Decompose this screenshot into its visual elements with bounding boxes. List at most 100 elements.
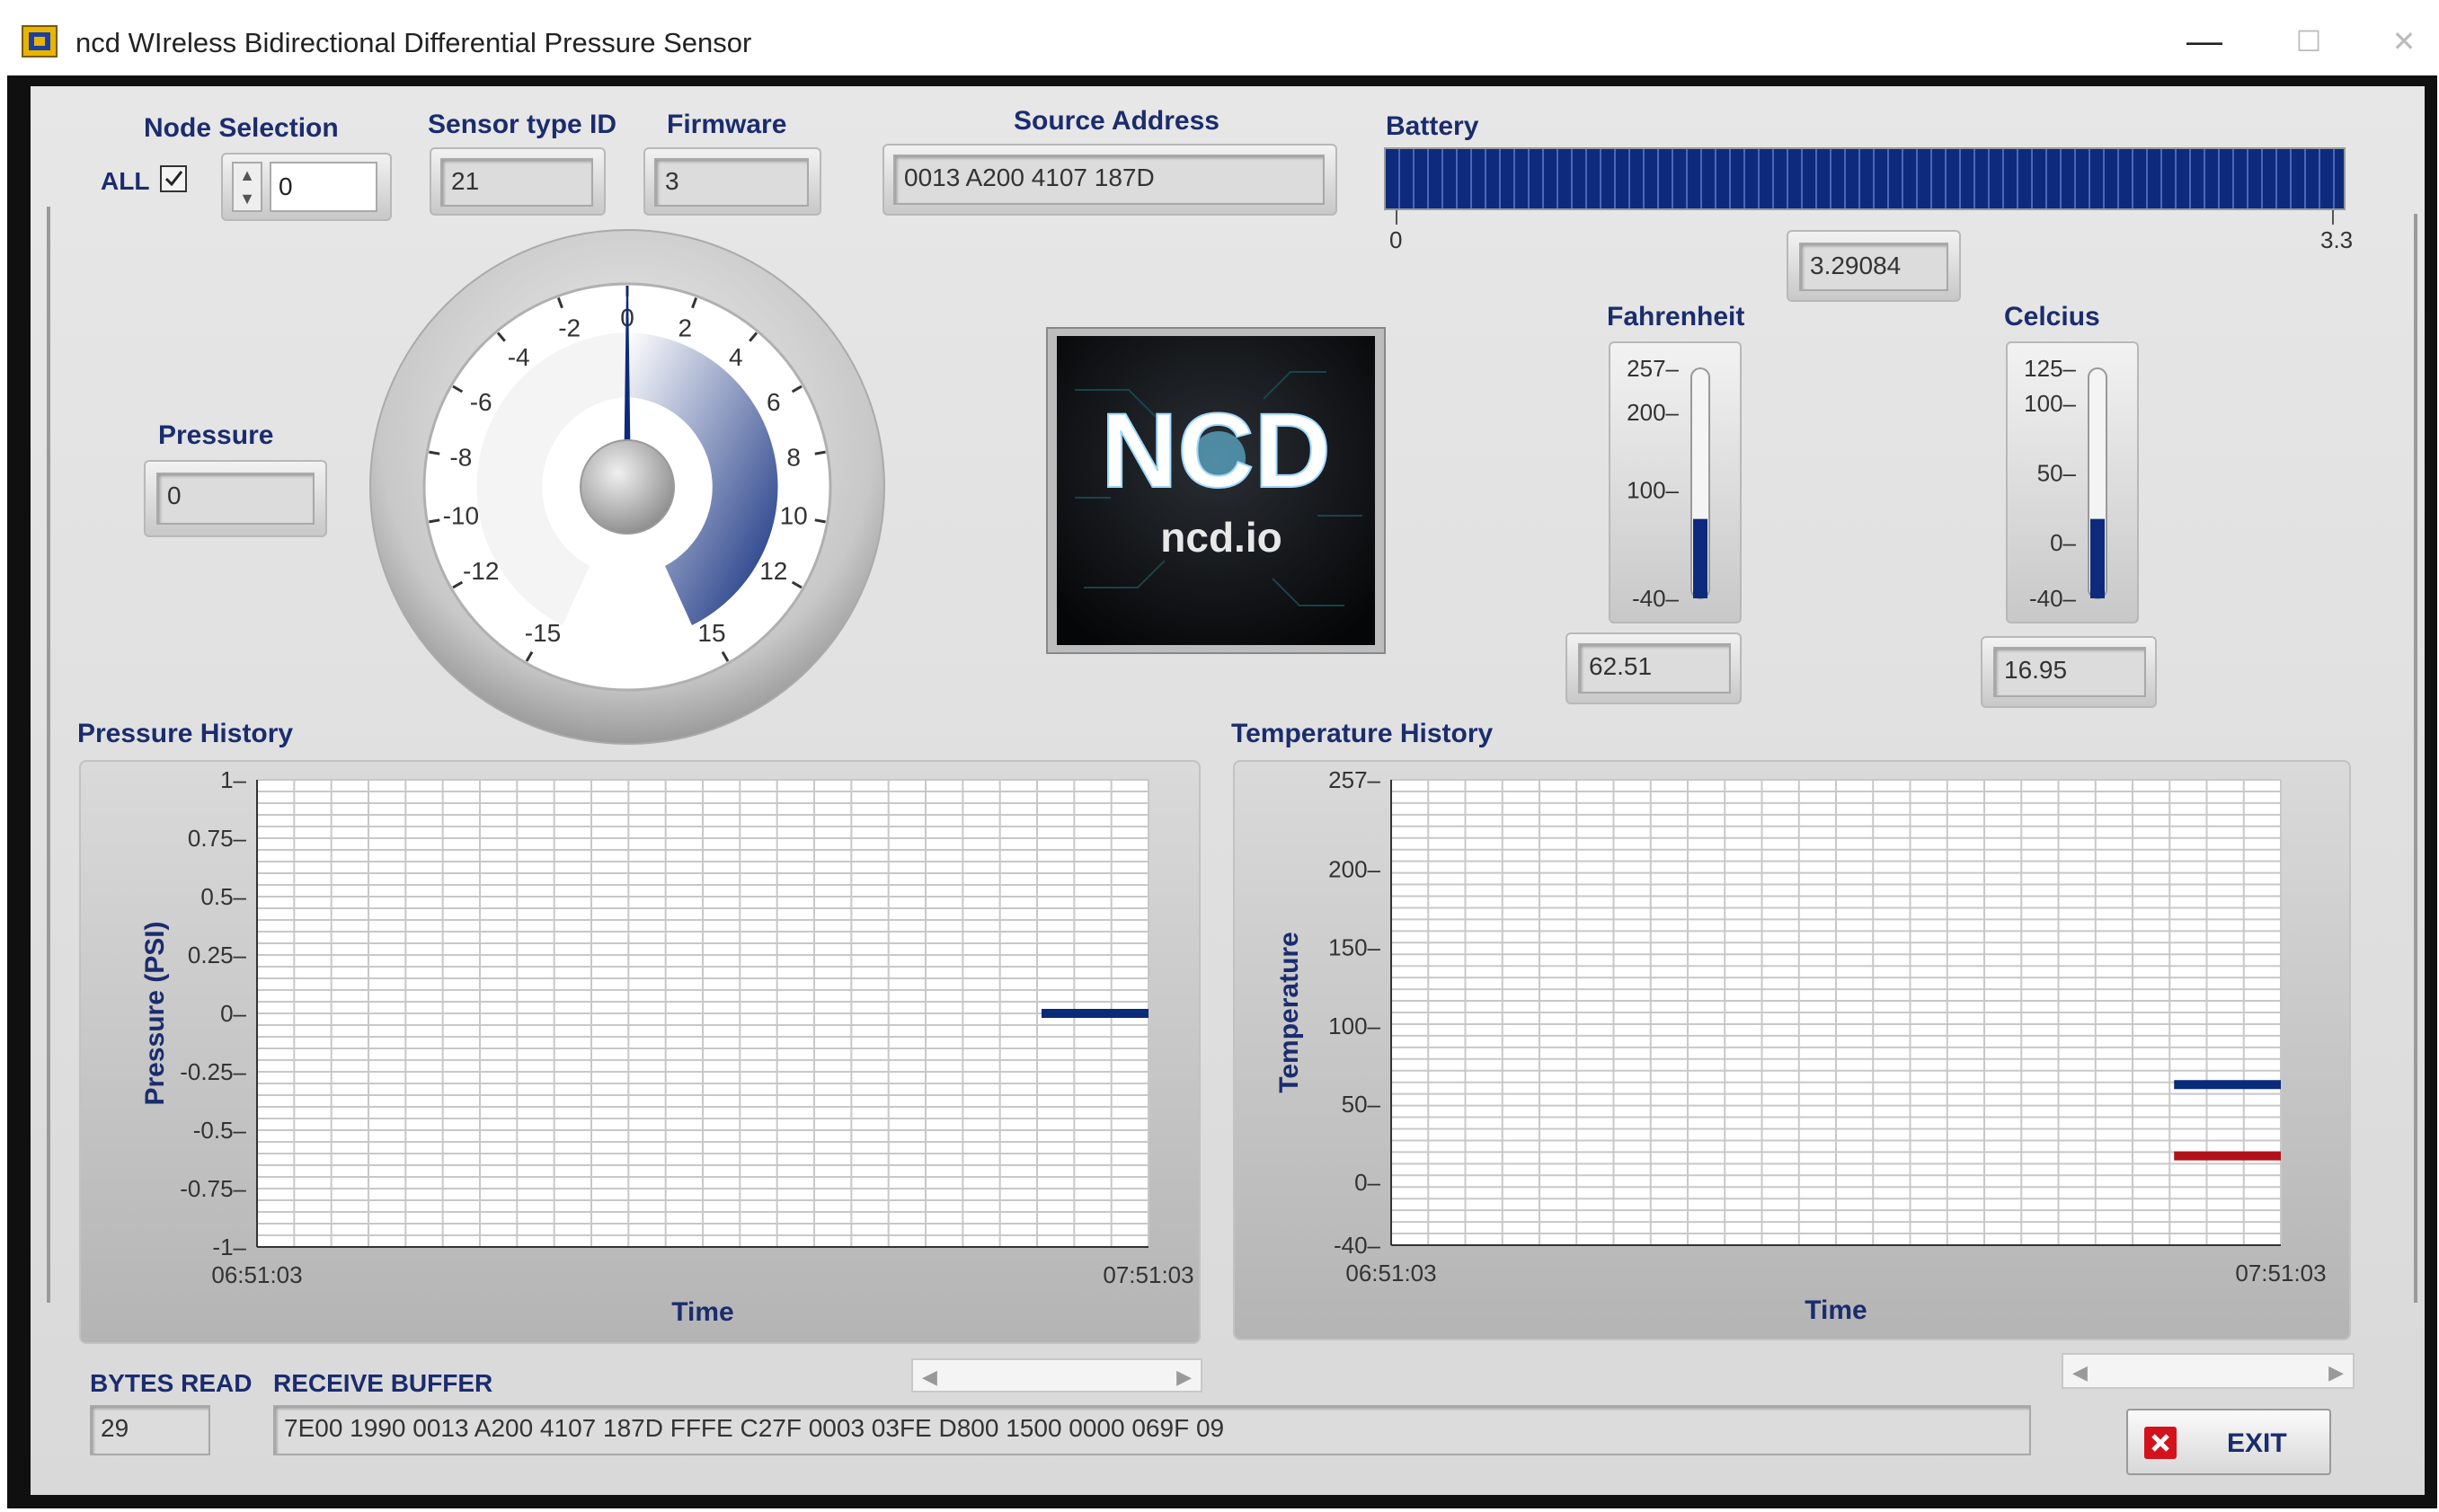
gauge-tick-label: 12 — [759, 557, 787, 585]
fahrenheit-label: Fahrenheit — [1607, 302, 1745, 332]
gauge-tick-label: 2 — [678, 314, 693, 341]
thermometer-scale-label: 200– — [1627, 399, 1679, 426]
y-tick-label: 100– — [1328, 1012, 1380, 1039]
fahrenheit-thermometer: 257– 200– 100– -40– — [1627, 355, 1710, 612]
app-icon — [22, 25, 58, 57]
stepper-down-icon[interactable]: ▼ — [234, 187, 261, 210]
y-tick-label: 0– — [220, 1000, 246, 1027]
thermometer-fill — [2090, 518, 2105, 598]
gauge-tick-label: -8 — [449, 443, 472, 471]
gauge-tick — [814, 450, 826, 455]
gauge-tick-label: -15 — [525, 619, 561, 647]
x-axis-label: Time — [671, 1297, 733, 1327]
pressure-history-chart: 1– 0.75– 0.5– 0.25– 0– -0.25– -0.5– -0.75– -1–06… — [140, 766, 1194, 1327]
maximize-button[interactable]: ☐ — [2268, 14, 2349, 68]
battery-bar-fill — [1386, 149, 2344, 208]
window-title: ncd WIreless Bidirectional Differential … — [75, 27, 752, 58]
bytes-read-label: BYTES READ — [90, 1369, 253, 1397]
thermometer-scale-label: 50– — [2037, 459, 2077, 486]
close-button[interactable]: ✕ — [2372, 14, 2435, 68]
battery-scale — [1396, 210, 2334, 225]
scroll-left-icon[interactable]: ◀ — [922, 1366, 937, 1389]
gauge-tick-label: 8 — [786, 443, 801, 471]
y-tick-label: 0.25– — [188, 942, 247, 968]
y-tick-label: 0– — [1354, 1169, 1380, 1196]
stepper-up-icon[interactable]: ▲ — [234, 164, 261, 187]
right-divider — [2414, 214, 2417, 1303]
thermometer-scale-label: 125– — [2024, 355, 2076, 382]
battery-label: Battery — [1386, 111, 1479, 141]
x-tick-label: 06:51:03 — [1345, 1260, 1436, 1287]
exit-label: EXIT — [2227, 1428, 2287, 1458]
firmware-label: Firmware — [667, 110, 787, 139]
exit-button[interactable]: EXIT — [2126, 1409, 2331, 1475]
y-tick-label: 1– — [220, 766, 246, 793]
node-input[interactable]: 0 — [270, 162, 377, 212]
ncd-logo: NCD ncd.io — [1057, 336, 1375, 645]
gauge-tick-label: -4 — [508, 343, 530, 371]
pressure-value-field: 0 — [156, 473, 315, 525]
thermometer-scale-label: 0– — [2050, 529, 2076, 556]
all-checkbox[interactable] — [160, 165, 187, 192]
thermometer-fill — [1693, 518, 1707, 598]
celcius-value-field: 16.95 — [1993, 647, 2146, 697]
y-tick-label: 257– — [1328, 766, 1380, 793]
check-icon — [164, 171, 183, 187]
battery-max-label: 3.3 — [2320, 226, 2354, 253]
close-x-icon — [2144, 1427, 2177, 1459]
receive-buffer-field: 7E00 1990 0013 A200 4107 187D FFFE C27F … — [273, 1405, 2031, 1455]
gauge-tick-label: 6 — [767, 388, 781, 416]
all-label: ALL — [101, 167, 150, 195]
sensor-type-label: Sensor type ID — [428, 110, 617, 139]
y-tick-label: 200– — [1328, 855, 1380, 882]
battery-bar-track — [1384, 147, 2346, 210]
thermometer-scale-label: 100– — [2024, 390, 2076, 417]
temperature-history-chart: 257– 200– 150– 100– 50– 0– -40–06:51:03 07:51:0… — [1274, 766, 2327, 1325]
celcius-thermometer: 125– 100– 50– 0– -40– — [2024, 355, 2107, 612]
scroll-left-icon[interactable]: ◀ — [2072, 1361, 2088, 1384]
y-tick-label: 0.75– — [188, 825, 247, 852]
y-tick-label: -0.5– — [193, 1117, 247, 1144]
title-bar: ncd WIreless Bidirectional Differential … — [0, 0, 2439, 75]
gauge-tick-label: 10 — [780, 502, 808, 530]
temperature-history-scrollbar[interactable]: ◀ ▶ — [2062, 1353, 2355, 1389]
sensor-type-field: 21 — [440, 158, 593, 207]
logo-brand: NCD — [1101, 392, 1331, 510]
thermometer-scale-label: -40– — [1632, 585, 1680, 612]
pressure-history-scrollbar[interactable]: ◀ ▶ — [911, 1358, 1202, 1393]
scroll-right-icon[interactable]: ▶ — [1176, 1366, 1192, 1389]
pressure-label: Pressure — [158, 420, 274, 450]
node-selection-label: Node Selection — [144, 113, 339, 143]
x-tick-label: 07:51:03 — [1103, 1261, 1193, 1288]
y-tick-label: -0.25– — [180, 1058, 246, 1085]
scroll-right-icon[interactable]: ▶ — [2328, 1361, 2344, 1384]
receive-buffer-label: RECEIVE BUFFER — [273, 1369, 493, 1397]
left-divider — [47, 207, 50, 1303]
x-tick-label: 07:51:03 — [2235, 1260, 2326, 1287]
temperature-history-title: Temperature History — [1231, 719, 1494, 748]
gauge-tick — [814, 518, 826, 524]
y-tick-label: -1– — [212, 1233, 246, 1260]
x-tick-label: 06:51:03 — [211, 1261, 302, 1288]
y-tick-label: 50– — [1342, 1091, 1381, 1118]
gauge-hub — [580, 439, 675, 535]
gauge-tick-label: 4 — [729, 343, 743, 371]
bytes-read-field: 29 — [90, 1405, 210, 1455]
y-axis-label: Temperature — [1274, 932, 1304, 1093]
thermometer-scale-label: 100– — [1627, 476, 1679, 503]
minimize-button[interactable]: — — [2164, 14, 2245, 68]
pressure-gauge: -15-12-10-8-6-4-202468101215 — [369, 229, 885, 745]
logo-site: ncd.io — [1160, 514, 1282, 561]
y-tick-label: 150– — [1328, 934, 1380, 961]
gauge-tick-label: -10 — [443, 502, 479, 530]
gauge-tick-label: -2 — [558, 314, 581, 341]
gauge-tick — [429, 450, 440, 455]
gauge-tick-label: 15 — [697, 619, 725, 647]
y-tick-label: 0.5– — [200, 883, 246, 910]
pressure-history-title: Pressure History — [77, 719, 294, 748]
x-axis-label: Time — [1805, 1295, 1867, 1325]
gauge-tick-label: -6 — [470, 388, 492, 416]
source-address-field: 0013 A200 4107 187D — [893, 155, 1325, 205]
node-stepper[interactable]: ▲ ▼ — [232, 162, 262, 212]
battery-value-field: 3.29084 — [1799, 243, 1948, 291]
